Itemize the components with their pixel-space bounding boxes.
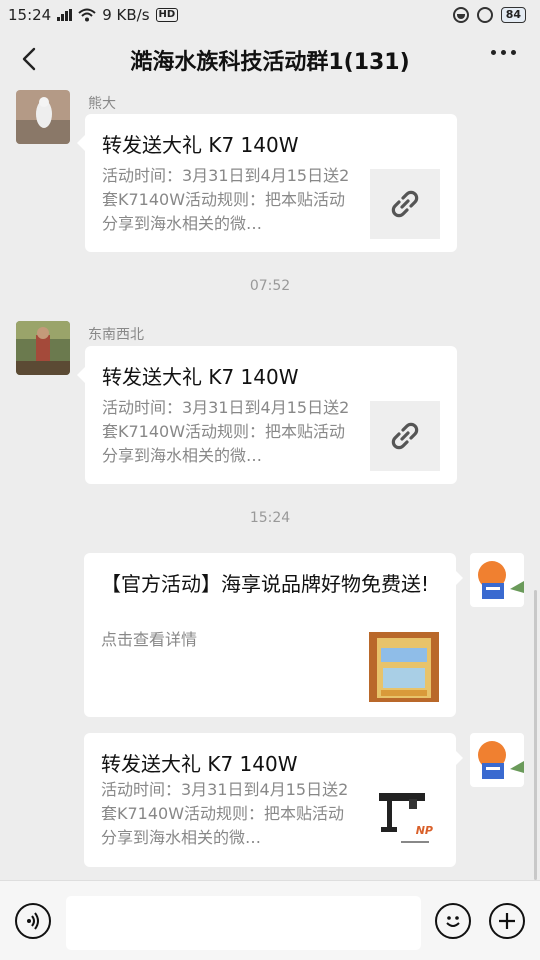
avatar[interactable] [470,733,524,787]
more-dots-icon[interactable] [491,50,516,55]
sender-name: 熊大 [88,96,116,112]
wifi-icon [78,8,96,22]
voice-icon[interactable] [15,903,51,939]
card-description: 活动时间：3月31日到4月15日送2套K7140W活动规则：把本贴活动分享到海水… [102,166,350,233]
chat-header: 澔海水族科技活动群1(131) [0,30,540,90]
net-speed: 9 KB/s [102,6,150,24]
emoji-icon[interactable] [435,903,471,939]
card-description: 点击查看详情 [101,630,198,649]
card-description: 活动时间：3月31日到4月15日送2套K7140W活动规则：把本贴活动分享到海水… [102,398,350,465]
timestamp: 15:24 [249,510,291,526]
timestamp: 07:52 [249,278,291,294]
message-input[interactable] [66,896,421,950]
lock-rotation-icon [476,7,493,23]
chat-list[interactable]: 熊大 转发送大礼 K7 140W 活动时间：3月31日到4月15日送2套K714… [0,90,540,880]
status-time: 15:24 [8,6,52,24]
link-card[interactable]: 转发送大礼 K7 140W 活动时间：3月31日到4月15日送2套K7140W活… [85,114,457,252]
lamp-image-icon: NP [369,783,439,853]
card-title: 转发送大礼 K7 140W [101,752,298,776]
scrollbar[interactable] [534,590,537,880]
link-card[interactable]: 转发送大礼 K7 140W 活动时间：3月31日到4月15日送2套K7140W活… [84,733,456,867]
link-card[interactable]: 【官方活动】海享说品牌好物免费送! 点击查看详情 [84,553,456,717]
avatar[interactable] [470,553,524,607]
back-arrow-icon[interactable] [14,44,44,74]
card-title: 【官方活动】海享说品牌好物免费送! [101,572,430,596]
avatar[interactable] [16,90,70,144]
chat-title: 澔海水族科技活动群1(131) [130,50,410,75]
link-card[interactable]: 转发送大礼 K7 140W 活动时间：3月31日到4月15日送2套K7140W活… [85,346,457,484]
sender-name: 东南西北 [88,327,144,343]
plus-icon[interactable] [489,903,525,939]
battery-indicator: 84 [500,7,526,23]
link-icon [370,169,440,239]
signal-icon [57,9,73,21]
data-saver-icon [452,7,469,23]
card-title: 转发送大礼 K7 140W [102,365,299,389]
hd-badge: HD [155,8,179,22]
link-icon [370,401,440,471]
product-image-icon [369,632,439,702]
input-bar [0,880,540,960]
lamp-brand-text: NP [415,824,433,837]
avatar[interactable] [16,321,70,375]
status-bar: 15:24 9 KB/s HD 84 [0,0,540,30]
card-title: 转发送大礼 K7 140W [102,133,299,157]
card-description: 活动时间：3月31日到4月15日送2套K7140W活动规则：把本贴活动分享到海水… [101,780,349,847]
